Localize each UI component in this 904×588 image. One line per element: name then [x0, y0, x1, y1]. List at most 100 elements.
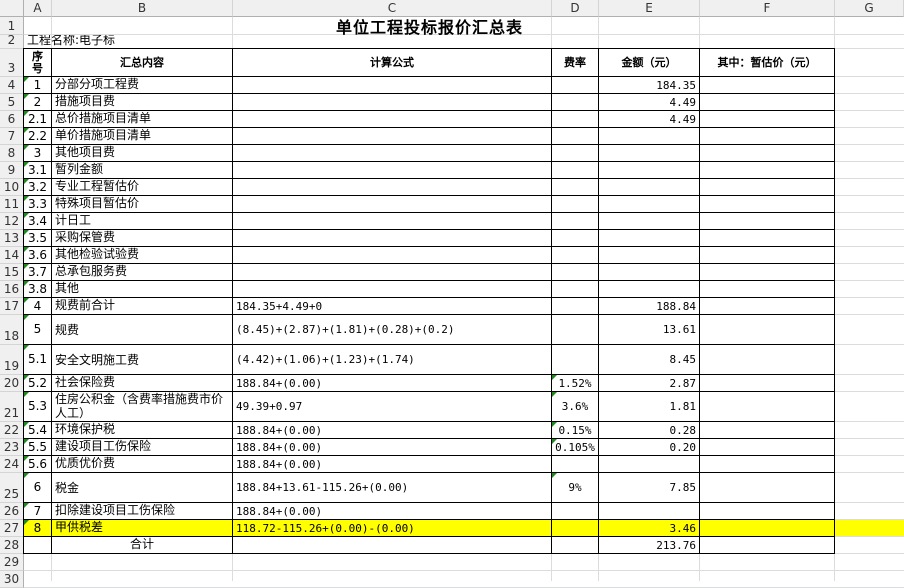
row-header-27[interactable]: 27 [0, 520, 24, 537]
content-cell[interactable]: 措施项目费 [52, 94, 233, 111]
formula-cell[interactable] [233, 111, 552, 128]
rate-cell[interactable] [552, 281, 599, 298]
rate-cell[interactable] [552, 162, 599, 179]
rate-cell[interactable] [552, 196, 599, 213]
rate-cell[interactable] [552, 213, 599, 230]
content-cell[interactable]: 专业工程暂估价 [52, 179, 233, 196]
rate-cell[interactable] [552, 264, 599, 281]
column-header-d[interactable]: D [552, 0, 599, 17]
amount-cell[interactable] [599, 230, 700, 247]
content-cell[interactable]: 分部分项工程费 [52, 77, 233, 94]
row-header-12[interactable]: 12 [0, 213, 24, 230]
amount-cell[interactable]: 7.85 [599, 473, 700, 503]
formula-cell[interactable] [233, 213, 552, 230]
content-cell[interactable]: 单价措施项目清单 [52, 128, 233, 145]
formula-cell[interactable] [233, 179, 552, 196]
sheet-title[interactable]: 单位工程投标报价汇总表 [24, 17, 835, 36]
content-cell[interactable]: 总承包服务费 [52, 264, 233, 281]
amount-cell[interactable]: 4.49 [599, 111, 700, 128]
amount-cell[interactable] [599, 503, 700, 520]
amount-cell[interactable]: 188.84 [599, 298, 700, 315]
provisional-cell[interactable] [700, 298, 835, 315]
content-cell[interactable]: 规费前合计 [52, 298, 233, 315]
provisional-cell[interactable] [700, 392, 835, 422]
row-header-3[interactable]: 3 [0, 49, 24, 77]
rate-cell[interactable] [552, 111, 599, 128]
row-header-10[interactable]: 10 [0, 179, 24, 196]
content-cell[interactable]: 其他 [52, 281, 233, 298]
row-header-23[interactable]: 23 [0, 439, 24, 456]
content-cell[interactable]: 采购保管费 [52, 230, 233, 247]
content-cell[interactable]: 甲供税差 [52, 520, 233, 537]
row-header-29[interactable]: 29 [0, 554, 24, 571]
rate-cell[interactable] [552, 145, 599, 162]
row-header-7[interactable]: 7 [0, 128, 24, 145]
provisional-cell[interactable] [700, 213, 835, 230]
amount-cell[interactable]: 4.49 [599, 94, 700, 111]
provisional-cell[interactable] [700, 439, 835, 456]
row-header-22[interactable]: 22 [0, 422, 24, 439]
row-header-9[interactable]: 9 [0, 162, 24, 179]
total-formula-cell[interactable] [233, 537, 552, 554]
provisional-cell[interactable] [700, 111, 835, 128]
formula-cell[interactable]: (8.45)+(2.87)+(1.81)+(0.28)+(0.2) [233, 315, 552, 345]
rate-cell[interactable] [552, 94, 599, 111]
formula-cell[interactable] [233, 247, 552, 264]
provisional-cell[interactable] [700, 456, 835, 473]
column-header-g[interactable]: G [835, 0, 904, 17]
row-header-2[interactable]: 2 [0, 33, 24, 49]
content-cell[interactable]: 特殊项目暂估价 [52, 196, 233, 213]
provisional-cell[interactable] [700, 128, 835, 145]
project-name[interactable]: 工程名称:电子标 [24, 35, 552, 49]
header-content[interactable]: 汇总内容 [52, 49, 233, 77]
content-cell[interactable]: 安全文明施工费 [52, 345, 233, 375]
provisional-cell[interactable] [700, 94, 835, 111]
formula-cell[interactable]: 49.39+0.97 [233, 392, 552, 422]
rate-cell[interactable]: 1.52% [552, 375, 599, 392]
rate-cell[interactable]: 9% [552, 473, 599, 503]
header-provisional[interactable]: 其中：暂估价（元） [700, 49, 835, 77]
row-header-26[interactable]: 26 [0, 503, 24, 520]
row-header-11[interactable]: 11 [0, 196, 24, 213]
header-amount[interactable]: 金额（元） [599, 49, 700, 77]
row-header-24[interactable]: 24 [0, 456, 24, 473]
row-header-17[interactable]: 17 [0, 298, 24, 315]
amount-cell[interactable] [599, 179, 700, 196]
amount-cell[interactable]: 0.20 [599, 439, 700, 456]
row-header-18[interactable]: 18 [0, 315, 24, 345]
provisional-cell[interactable] [700, 264, 835, 281]
formula-cell[interactable] [233, 128, 552, 145]
provisional-cell[interactable] [700, 375, 835, 392]
amount-cell[interactable] [599, 264, 700, 281]
formula-cell[interactable]: 184.35+4.49+0 [233, 298, 552, 315]
total-amount[interactable]: 213.76 [599, 537, 700, 554]
amount-cell[interactable]: 8.45 [599, 345, 700, 375]
content-cell[interactable]: 其他项目费 [52, 145, 233, 162]
amount-cell[interactable]: 3.46 [599, 520, 700, 537]
amount-cell[interactable]: 13.61 [599, 315, 700, 345]
content-cell[interactable]: 住房公积金（含费率措施费市价人工） [52, 392, 233, 422]
formula-cell[interactable] [233, 196, 552, 213]
amount-cell[interactable] [599, 196, 700, 213]
rate-cell[interactable]: 0.105% [552, 439, 599, 456]
rate-cell[interactable] [552, 345, 599, 375]
content-cell[interactable]: 其他检验试验费 [52, 247, 233, 264]
column-header-e[interactable]: E [599, 0, 700, 17]
row-header-6[interactable]: 6 [0, 111, 24, 128]
amount-cell[interactable] [599, 162, 700, 179]
provisional-cell[interactable] [700, 179, 835, 196]
column-header-f[interactable]: F [700, 0, 835, 17]
column-header-b[interactable]: B [52, 0, 233, 17]
header-formula[interactable]: 计算公式 [233, 49, 552, 77]
formula-cell[interactable] [233, 77, 552, 94]
provisional-cell[interactable] [700, 145, 835, 162]
rate-cell[interactable] [552, 298, 599, 315]
row-header-5[interactable]: 5 [0, 94, 24, 111]
total-label[interactable]: 合计 [52, 537, 233, 554]
provisional-cell[interactable] [700, 345, 835, 375]
row-header-13[interactable]: 13 [0, 230, 24, 247]
rate-cell[interactable] [552, 128, 599, 145]
row-header-4[interactable]: 4 [0, 77, 24, 94]
provisional-cell[interactable] [700, 520, 835, 537]
formula-cell[interactable]: 188.84+(0.00) [233, 503, 552, 520]
